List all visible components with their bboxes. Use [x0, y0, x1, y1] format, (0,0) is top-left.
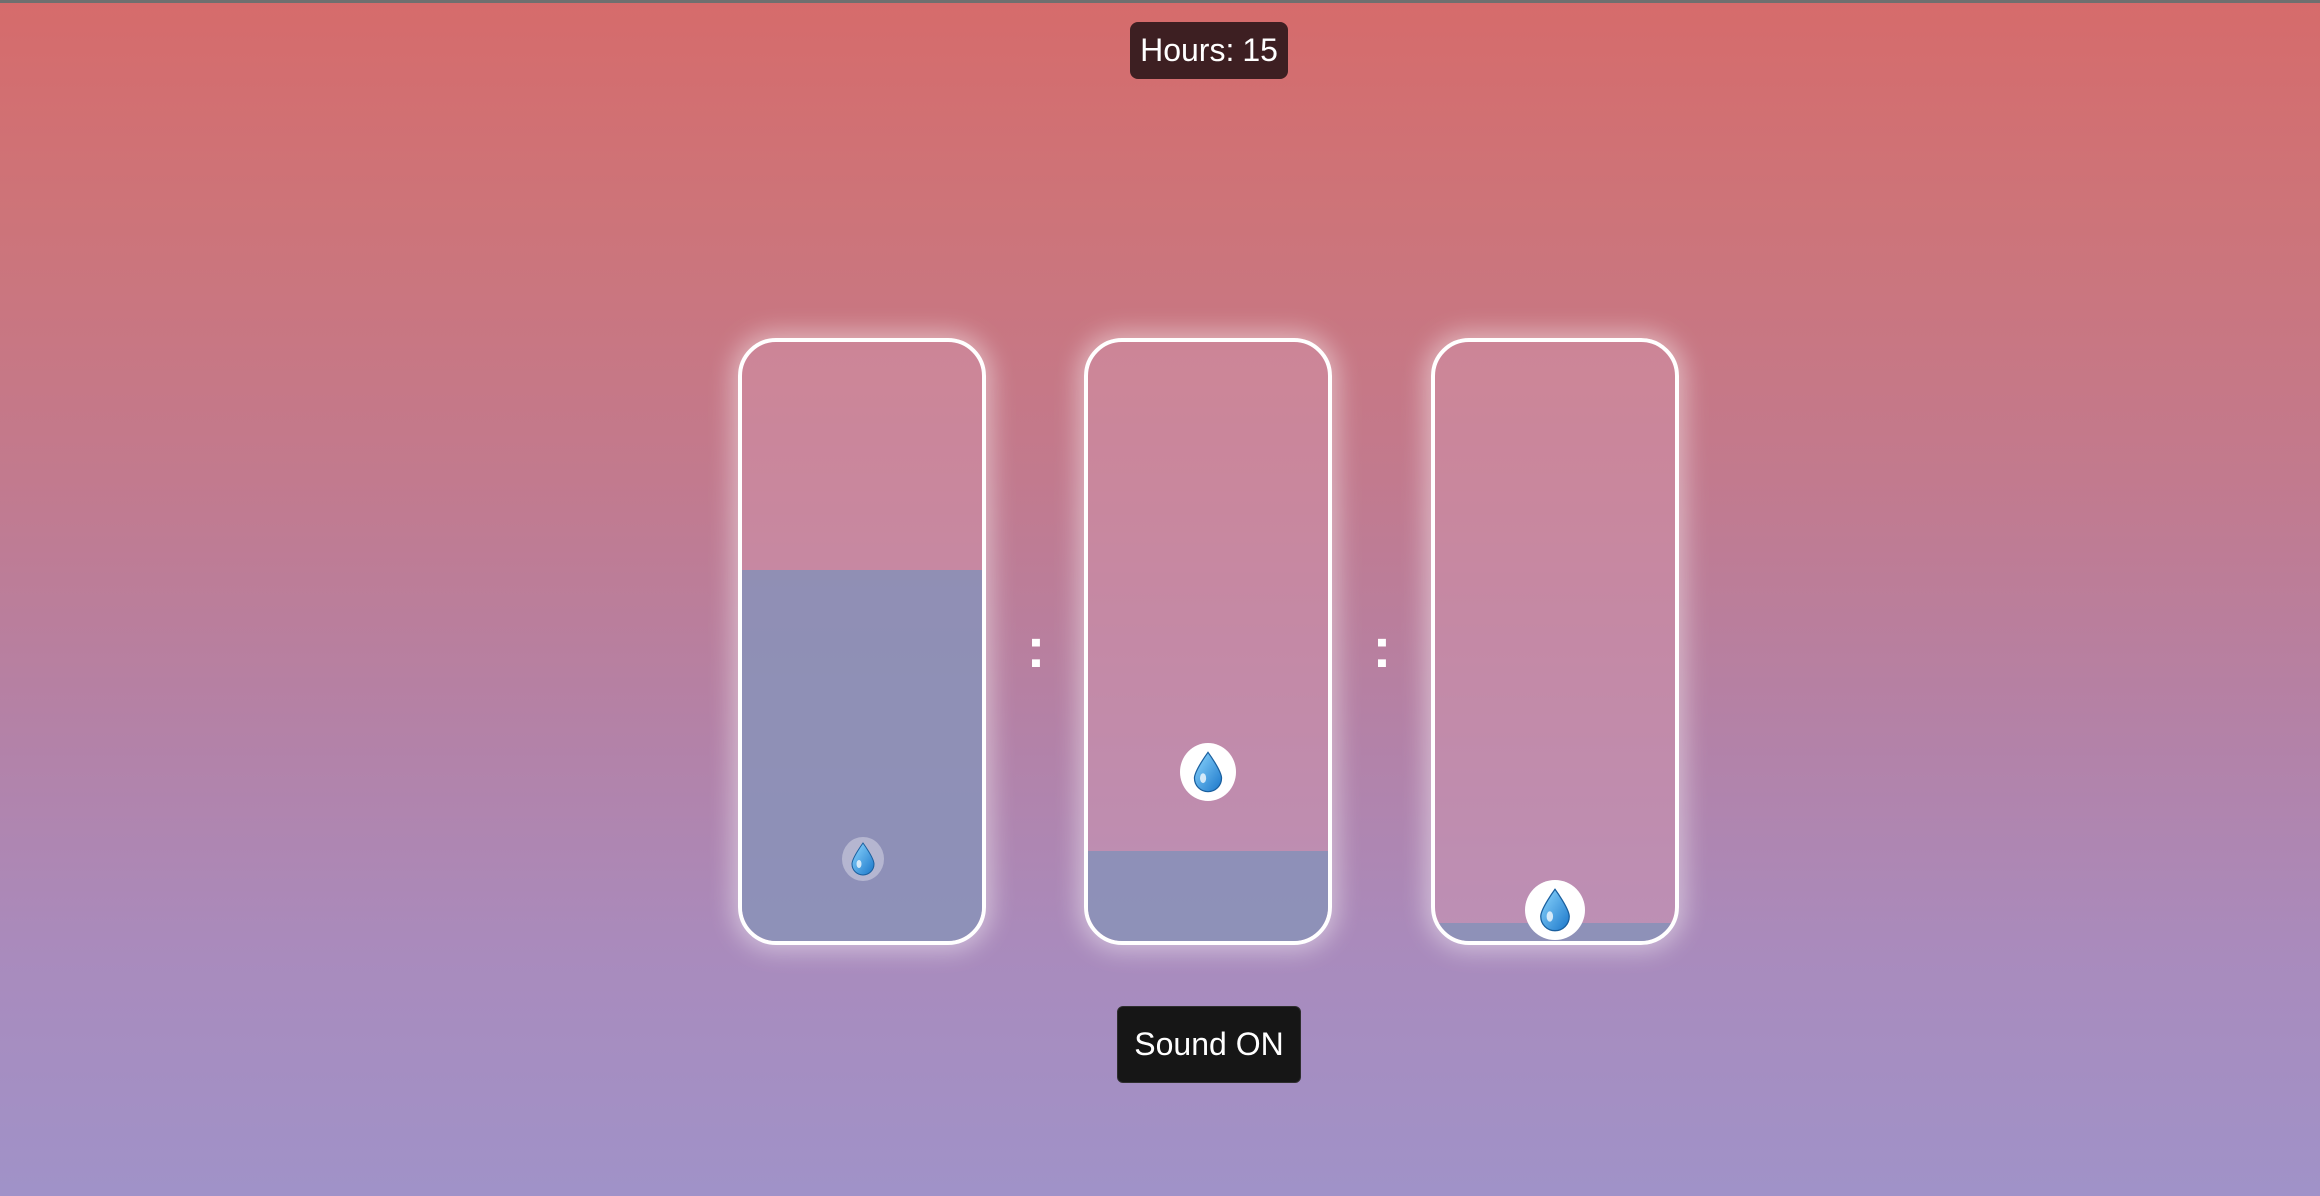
separator-colon: :: [1372, 616, 1392, 679]
seconds-tube: [1431, 338, 1679, 945]
hours-tube-water: [742, 569, 982, 941]
window-top-border: [0, 0, 2320, 3]
hours-display: Hours: 15: [1130, 22, 1288, 79]
sound-toggle-button[interactable]: Sound ON: [1117, 1006, 1301, 1083]
separator-colon: :: [1026, 616, 1046, 679]
minutes-tube: [1084, 338, 1332, 945]
water-drop-icon: [842, 837, 884, 881]
hours-value: 15: [1242, 32, 1278, 68]
minutes-tube-water: [1088, 851, 1328, 941]
water-drop-icon: [1180, 743, 1236, 801]
water-drop-icon: [1525, 880, 1585, 940]
hours-label: Hours:: [1140, 32, 1235, 68]
